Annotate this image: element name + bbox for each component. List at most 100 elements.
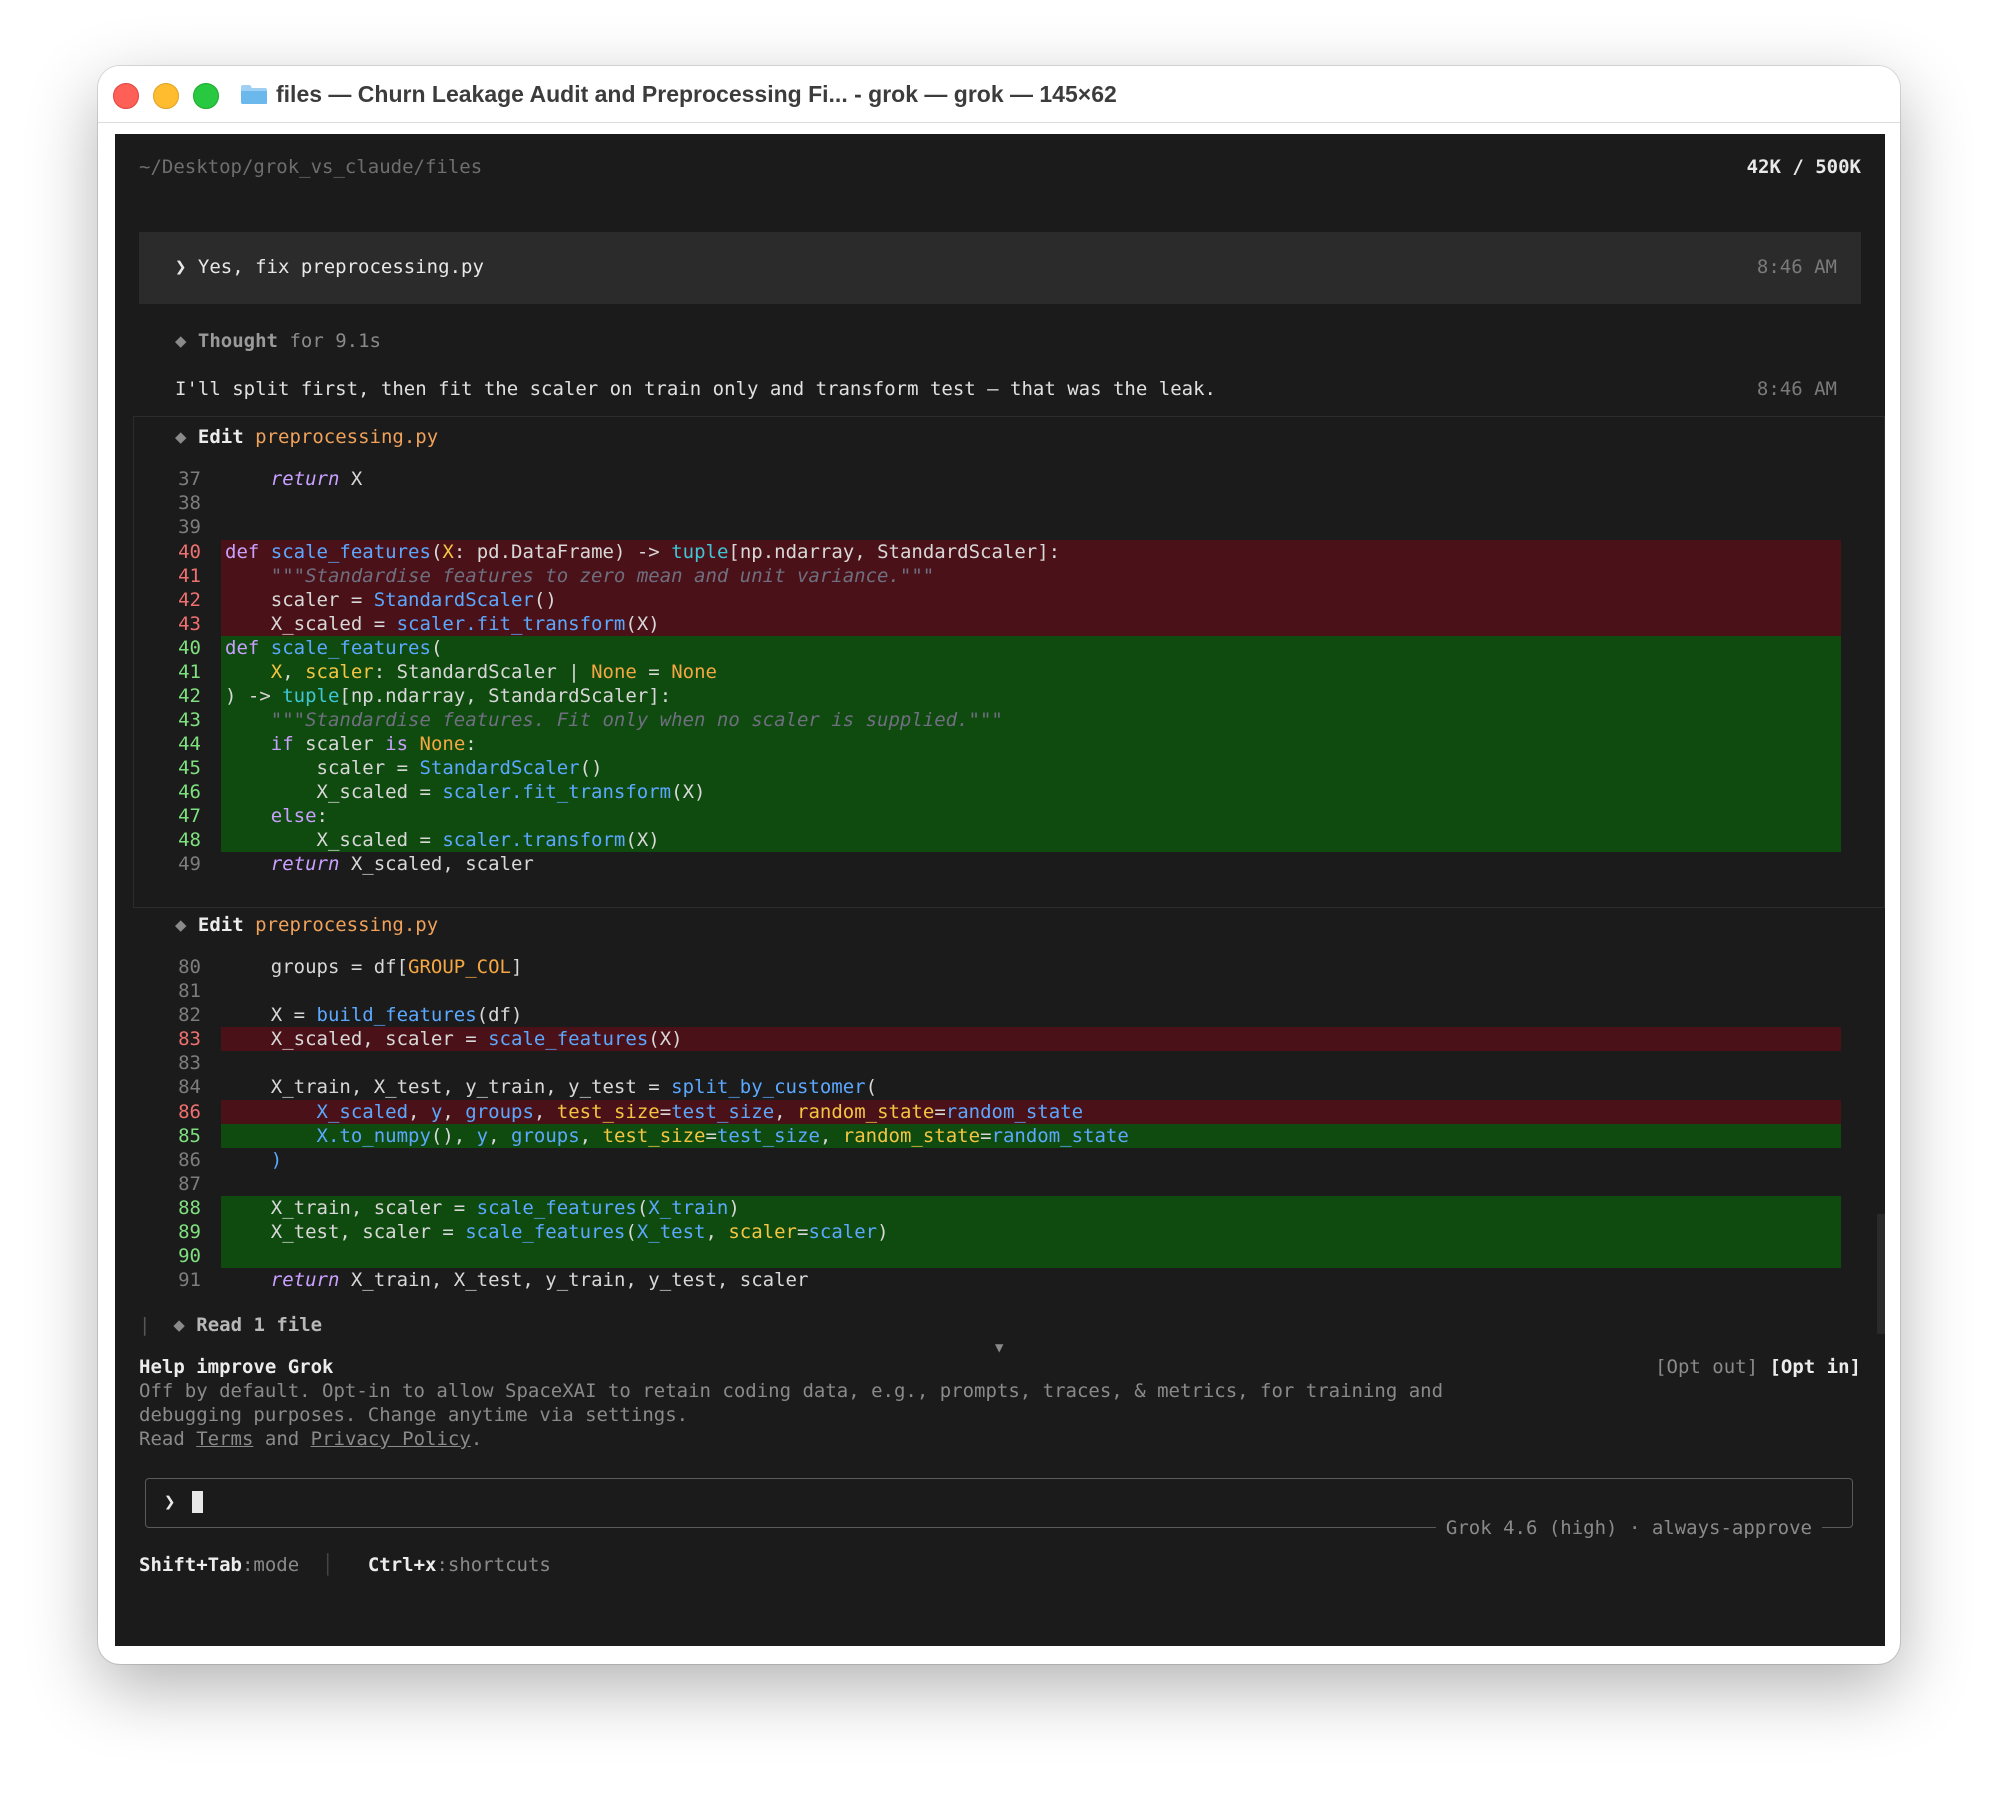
- close-window-button[interactable]: [113, 83, 139, 109]
- code-line: 82 X = build_features(df): [175, 1003, 1841, 1027]
- code-line: 84 X_train, X_test, y_train, y_test = sp…: [175, 1075, 1841, 1099]
- user-prompt-row: ❯ Yes, fix preprocessing.py 8:46 AM: [139, 232, 1861, 304]
- diamond-icon: ◆: [175, 426, 187, 448]
- diamond-icon: ◆: [173, 1314, 185, 1336]
- approval-mode: always-approve: [1651, 1517, 1812, 1539]
- text-cursor: [192, 1491, 203, 1513]
- opt-out-button[interactable]: [Opt out]: [1655, 1356, 1758, 1378]
- terminal-window: files — Churn Leakage Audit and Preproce…: [98, 66, 1900, 1664]
- deleted-code-line: 40 def scale_features(X: pd.DataFrame) ->…: [175, 540, 1841, 564]
- line-number: 42: [178, 589, 201, 611]
- edit-action: Edit: [197, 914, 244, 936]
- added-code-line: 41 X, scaler: StandardScaler | None = No…: [175, 660, 1841, 684]
- line-number: 86: [178, 1101, 201, 1123]
- code-line: 38: [175, 491, 1841, 515]
- line-number: 90: [178, 1245, 201, 1267]
- added-code-line: 48 X_scaled = scaler.transform(X): [175, 828, 1841, 852]
- terminal-pane[interactable]: ~/Desktop/grok_vs_claude/files 42K / 500…: [115, 134, 1885, 1646]
- line-number: 87: [178, 1173, 201, 1195]
- line-number: 43: [178, 709, 201, 731]
- zoom-window-button[interactable]: [193, 83, 219, 109]
- footer-divider: │: [322, 1554, 334, 1576]
- thought-duration: for 9.1s: [289, 330, 381, 352]
- deleted-code-line: 83 X_scaled, scaler = scale_features(X): [175, 1027, 1841, 1051]
- added-code-line: 45 scaler = StandardScaler(): [175, 756, 1841, 780]
- added-code-line: 89 X_test, scaler = scale_features(X_tes…: [175, 1220, 1841, 1244]
- added-code-line: 88 X_train, scaler = scale_features(X_tr…: [175, 1196, 1841, 1220]
- edit-action: Edit: [197, 426, 244, 448]
- thought-line[interactable]: ◆ Thought for 9.1s: [175, 330, 381, 352]
- edit-header-2[interactable]: ◆ Edit preprocessing.py: [175, 914, 438, 936]
- line-number: 91: [178, 1269, 201, 1291]
- prompt-input-box[interactable]: ❯ Grok 4.6 (high) · always-approve: [145, 1478, 1853, 1539]
- tree-connector: |: [139, 1314, 151, 1336]
- line-number: 88: [178, 1197, 201, 1219]
- folder-icon: [241, 85, 267, 104]
- line-number: 86: [178, 1149, 201, 1171]
- line-number: 40: [178, 541, 201, 563]
- code-line: 49 return X_scaled, scaler: [175, 852, 1841, 876]
- line-number: 37: [178, 468, 201, 490]
- line-number: 84: [178, 1076, 201, 1098]
- added-code-line: 43 """Standardise features. Fit only whe…: [175, 708, 1841, 732]
- read-label: Read: [196, 1314, 243, 1336]
- assistant-message: I'll split first, then fit the scaler on…: [175, 378, 1216, 400]
- line-number: 82: [178, 1004, 201, 1026]
- line-number: 48: [178, 829, 201, 851]
- code-line: 87: [175, 1172, 1841, 1196]
- deleted-code-line: 86 X_scaled, y, groups, test_size=test_s…: [175, 1100, 1841, 1124]
- privacy-policy-link[interactable]: Privacy Policy: [311, 1428, 471, 1450]
- chevron-icon: ❯: [175, 256, 187, 278]
- assistant-message-time: 8:46 AM: [1756, 378, 1837, 400]
- input-chevron-icon: ❯: [164, 1491, 176, 1513]
- terms-link[interactable]: Terms: [196, 1428, 253, 1450]
- shortcuts-label: :shortcuts: [436, 1554, 551, 1576]
- line-number: 42: [178, 685, 201, 707]
- minimize-window-button[interactable]: [153, 83, 179, 109]
- footer-hints: Shift+Tab:mode │ Ctrl+x:shortcuts: [139, 1554, 551, 1576]
- line-number: 81: [178, 980, 201, 1002]
- code-line: 37 return X: [175, 467, 1841, 491]
- scroll-down-arrow-icon[interactable]: ▼: [995, 1340, 1003, 1356]
- deleted-code-line: 43 X_scaled = scaler.fit_transform(X): [175, 612, 1841, 636]
- user-prompt: ❯ Yes, fix preprocessing.py: [175, 256, 484, 278]
- code-line: 39: [175, 515, 1841, 539]
- line-number: 83: [178, 1052, 201, 1074]
- line-number: 85: [178, 1125, 201, 1147]
- added-code-line: 42) -> tuple[np.ndarray, StandardScaler]…: [175, 684, 1841, 708]
- help-banner-links: Read Terms and Privacy Policy.: [139, 1428, 482, 1450]
- line-number: 38: [178, 492, 201, 514]
- mode-shortcut-key: Shift+Tab: [139, 1554, 242, 1576]
- added-code-line: 46 X_scaled = scaler.fit_transform(X): [175, 780, 1841, 804]
- model-name: Grok 4.6 (high): [1445, 1517, 1618, 1539]
- model-status: Grok 4.6 (high) · always-approve: [1435, 1517, 1822, 1539]
- line-number: 39: [178, 516, 201, 538]
- scrollbar-thumb[interactable]: [1877, 1214, 1885, 1334]
- status-separator: ·: [1628, 1517, 1641, 1539]
- line-number: 49: [178, 853, 201, 875]
- read-count: 1 file: [253, 1314, 323, 1336]
- read-prefix: Read: [139, 1428, 185, 1450]
- line-number: 40: [178, 637, 201, 659]
- read-files-line[interactable]: | ◆ Read 1 file: [139, 1314, 322, 1336]
- line-number: 41: [178, 661, 201, 683]
- edit-filename: preprocessing.py: [255, 914, 439, 936]
- help-banner-title: Help improve Grok: [139, 1356, 334, 1378]
- edit-filename: preprocessing.py: [255, 426, 439, 448]
- opt-in-button[interactable]: [Opt in]: [1769, 1356, 1861, 1378]
- window-title: files — Churn Leakage Audit and Preproce…: [276, 81, 1117, 107]
- user-prompt-time: 8:46 AM: [1756, 256, 1837, 278]
- line-number: 43: [178, 613, 201, 635]
- help-banner-line2: debugging purposes. Change anytime via s…: [139, 1404, 689, 1426]
- line-number: 45: [178, 757, 201, 779]
- diamond-icon: ◆: [175, 330, 187, 352]
- code-line: 80 groups = df[GROUP_COL]: [175, 955, 1841, 979]
- mode-shortcut-label: :mode: [241, 1554, 300, 1576]
- line-number: 83: [178, 1028, 201, 1050]
- added-code-line: 85 X.to_numpy(), y, groups, test_size=te…: [175, 1124, 1841, 1148]
- edit-header-1[interactable]: ◆ Edit preprocessing.py: [175, 426, 438, 448]
- added-code-line: 44 if scaler is None:: [175, 732, 1841, 756]
- context-usage: 42K / 500K: [1746, 156, 1861, 178]
- user-prompt-text: Yes, fix preprocessing.py: [197, 256, 484, 278]
- code-line: 81: [175, 979, 1841, 1003]
